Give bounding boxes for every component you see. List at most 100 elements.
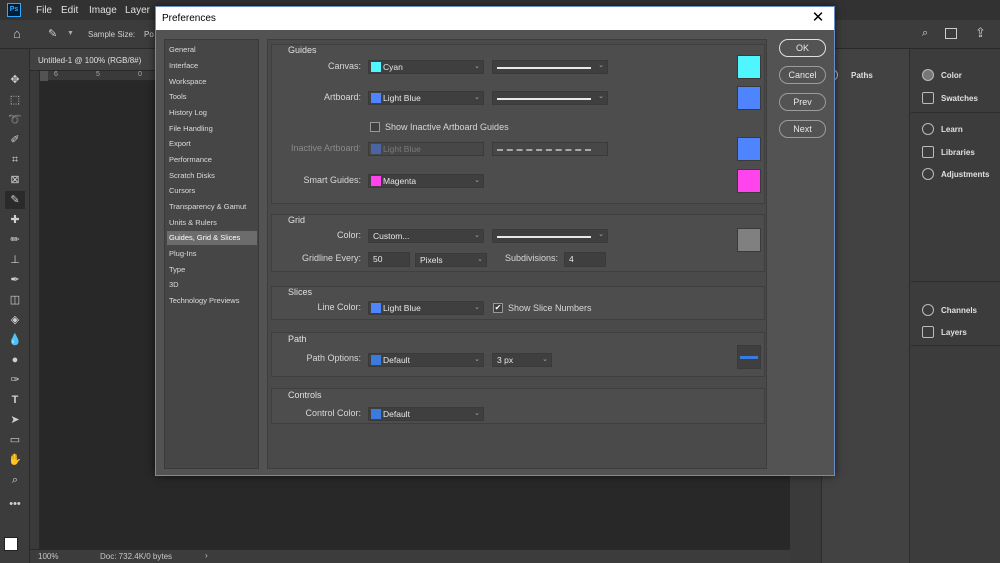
menu-edit[interactable]: Edit bbox=[61, 5, 78, 16]
category-transparency-gamut[interactable]: Transparency & Gamut bbox=[167, 200, 257, 214]
category-export[interactable]: Export bbox=[167, 137, 257, 151]
blur-tool-icon[interactable]: 💧 bbox=[5, 331, 25, 349]
path-options-label: Path Options: bbox=[306, 353, 361, 363]
prev-button[interactable]: Prev bbox=[779, 93, 826, 111]
path-select-tool-icon[interactable]: ➤ bbox=[5, 411, 25, 429]
color-icon[interactable] bbox=[922, 69, 934, 81]
libraries-icon[interactable] bbox=[922, 146, 934, 158]
smart-guides-color-preview[interactable] bbox=[737, 169, 761, 193]
menu-file[interactable]: File bbox=[36, 5, 52, 16]
panel-swatches[interactable]: Swatches bbox=[941, 94, 978, 103]
ok-button[interactable]: OK bbox=[779, 39, 826, 57]
eyedropper-tool-icon[interactable]: ✎ bbox=[5, 191, 25, 209]
subdivisions-label: Subdivisions: bbox=[504, 253, 558, 263]
category-history-log[interactable]: History Log bbox=[167, 106, 257, 120]
control-color-select[interactable]: Default ⌄ bbox=[368, 407, 484, 421]
category-3d[interactable]: 3D bbox=[167, 278, 257, 292]
cancel-button[interactable]: Cancel bbox=[779, 66, 826, 84]
path-width-value: 3 px bbox=[497, 355, 514, 365]
controls-title: Controls bbox=[288, 390, 322, 400]
path-width-select[interactable]: 3 px ⌄ bbox=[492, 353, 552, 367]
layers-icon[interactable] bbox=[922, 326, 934, 338]
workspace-icon[interactable] bbox=[945, 28, 957, 39]
share-icon[interactable]: ⇪ bbox=[975, 25, 986, 41]
artboard-style-select[interactable]: ⌄ bbox=[492, 91, 608, 105]
channels-icon[interactable] bbox=[922, 304, 934, 316]
history-brush-tool-icon[interactable]: ✒ bbox=[5, 271, 25, 289]
hand-tool-icon[interactable]: ✋ bbox=[5, 451, 25, 469]
subdivisions-input[interactable]: 4 bbox=[564, 252, 606, 267]
chevron-right-icon[interactable]: › bbox=[205, 551, 208, 560]
canvas-style-select[interactable]: ⌄ bbox=[492, 60, 608, 74]
category-tools[interactable]: Tools bbox=[167, 90, 257, 104]
artboard-color-preview[interactable] bbox=[737, 86, 761, 110]
close-icon[interactable]: ✕ bbox=[810, 9, 826, 27]
adjustments-icon[interactable] bbox=[922, 168, 934, 180]
panel-learn[interactable]: Learn bbox=[941, 125, 963, 134]
grid-color-select[interactable]: Custom... ⌄ bbox=[368, 229, 484, 243]
category-cursors[interactable]: Cursors bbox=[167, 184, 257, 198]
more-tools-icon[interactable]: ••• bbox=[5, 495, 25, 513]
show-inactive-artboard-checkbox[interactable] bbox=[370, 122, 380, 132]
gridline-every-input[interactable]: 50 bbox=[368, 252, 410, 267]
slice-line-color-select[interactable]: Light Blue ⌄ bbox=[368, 301, 484, 315]
show-slice-numbers-checkbox[interactable]: ✔ bbox=[493, 303, 503, 313]
home-icon[interactable]: ⌂ bbox=[13, 26, 21, 41]
category-performance[interactable]: Performance bbox=[167, 153, 257, 167]
chevron-down-icon[interactable]: ▼ bbox=[67, 30, 74, 37]
quick-select-tool-icon[interactable]: ✐ bbox=[5, 131, 25, 149]
type-tool-icon[interactable]: T bbox=[5, 391, 25, 409]
canvas-color-preview[interactable] bbox=[737, 55, 761, 79]
category-scratch-disks[interactable]: Scratch Disks bbox=[167, 169, 257, 183]
category-plug-ins[interactable]: Plug-Ins bbox=[167, 247, 257, 261]
stamp-tool-icon[interactable]: ⊥ bbox=[5, 251, 25, 269]
category-general[interactable]: General bbox=[167, 43, 257, 57]
move-tool-icon[interactable]: ✥ bbox=[5, 71, 25, 89]
panel-color[interactable]: Color bbox=[941, 71, 962, 80]
category-interface[interactable]: Interface bbox=[167, 59, 257, 73]
menu-image[interactable]: Image bbox=[89, 5, 117, 16]
rectangle-tool-icon[interactable]: ▭ bbox=[5, 431, 25, 449]
panel-paths[interactable]: Paths bbox=[851, 71, 873, 80]
next-button[interactable]: Next bbox=[779, 120, 826, 138]
panel-channels[interactable]: Channels bbox=[941, 306, 977, 315]
foreground-color-swatch[interactable] bbox=[4, 537, 18, 551]
crop-tool-icon[interactable]: ⌗ bbox=[5, 151, 25, 169]
category-workspace[interactable]: Workspace bbox=[167, 75, 257, 89]
category-type[interactable]: Type bbox=[167, 263, 257, 277]
brush-tool-icon[interactable]: ✏ bbox=[5, 231, 25, 249]
gridline-unit-select[interactable]: Pixels ⌄ bbox=[415, 253, 487, 267]
eraser-tool-icon[interactable]: ◫ bbox=[5, 291, 25, 309]
category-units-rulers[interactable]: Units & Rulers bbox=[167, 216, 257, 230]
search-icon[interactable]: ⌕ bbox=[922, 27, 928, 40]
sample-size-select[interactable]: Po bbox=[144, 30, 154, 39]
category-file-handling[interactable]: File Handling bbox=[167, 122, 257, 136]
canvas-color-select[interactable]: Cyan ⌄ bbox=[368, 60, 484, 74]
grid-style-select[interactable]: ⌄ bbox=[492, 229, 608, 243]
chevron-down-icon: ⌄ bbox=[474, 177, 480, 184]
color-swatch bbox=[371, 176, 381, 186]
dodge-tool-icon[interactable]: ● bbox=[5, 351, 25, 369]
zoom-level[interactable]: 100% bbox=[38, 552, 58, 561]
zoom-tool-icon[interactable]: ⌕ bbox=[5, 471, 25, 489]
eyedropper-icon[interactable]: ✎ bbox=[48, 27, 57, 40]
path-options-select[interactable]: Default ⌄ bbox=[368, 353, 484, 367]
lasso-tool-icon[interactable]: ➰ bbox=[5, 111, 25, 129]
smart-guides-color-select[interactable]: Magenta ⌄ bbox=[368, 174, 484, 188]
marquee-tool-icon[interactable]: ⬚ bbox=[5, 91, 25, 109]
learn-icon[interactable] bbox=[922, 123, 934, 135]
category-technology-previews[interactable]: Technology Previews bbox=[167, 294, 257, 308]
swatches-icon[interactable] bbox=[922, 92, 934, 104]
paint-bucket-tool-icon[interactable]: ◈ bbox=[5, 311, 25, 329]
frame-tool-icon[interactable]: ⊠ bbox=[5, 171, 25, 189]
show-slice-numbers-label: Show Slice Numbers bbox=[508, 303, 592, 313]
pen-tool-icon[interactable]: ✑ bbox=[5, 371, 25, 389]
panel-layers[interactable]: Layers bbox=[941, 328, 967, 337]
panel-adjustments[interactable]: Adjustments bbox=[941, 170, 989, 179]
category-guides-grid-slices[interactable]: Guides, Grid & Slices bbox=[167, 231, 257, 245]
grid-color-preview[interactable] bbox=[737, 228, 761, 252]
menu-layer[interactable]: Layer bbox=[125, 5, 150, 16]
artboard-color-select[interactable]: Light Blue ⌄ bbox=[368, 91, 484, 105]
healing-brush-tool-icon[interactable]: ✚ bbox=[5, 211, 25, 229]
panel-libraries[interactable]: Libraries bbox=[941, 148, 975, 157]
